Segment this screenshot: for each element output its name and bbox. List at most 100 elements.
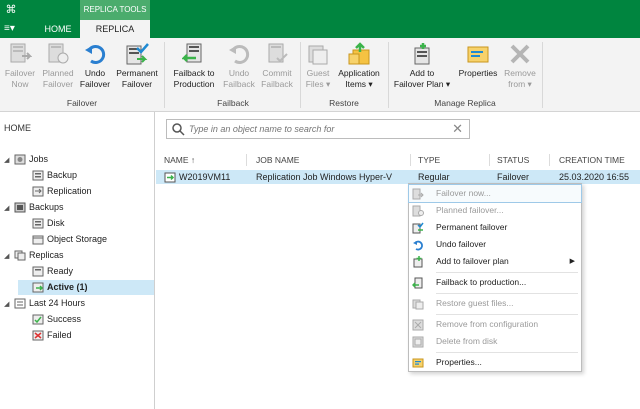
search-icon	[172, 123, 185, 136]
tree-item-label: Success	[47, 314, 82, 324]
clear-search-icon[interactable]: ✕	[452, 121, 463, 137]
column-header-job-name[interactable]: JOB NAME	[256, 152, 299, 168]
guest-files-icon	[412, 299, 424, 310]
context-menu: Failover now... Planned failover... Perm…	[408, 183, 582, 372]
object-storage-icon	[32, 235, 44, 245]
ribbon: Failover Now Planned Failover Undo Failo…	[0, 38, 640, 112]
tree-item-label: Object Storage	[47, 234, 108, 244]
tree-item-label: Ready	[47, 266, 74, 276]
column-divider[interactable]	[489, 154, 490, 166]
menu-item-label: Permanent failover	[436, 222, 508, 232]
remove-x-icon	[510, 44, 530, 64]
menu-item-planned-failover[interactable]: Planned failover...	[409, 202, 581, 219]
tree-item-replication[interactable]: Replication	[32, 184, 92, 199]
menu-separator	[436, 293, 578, 294]
menu-item-delete-from-disk[interactable]: Delete from disk	[409, 333, 581, 350]
cell-name: W2019VM11	[179, 172, 231, 182]
failback-icon	[182, 43, 202, 63]
column-header-status[interactable]: STATUS	[497, 152, 529, 168]
column-header-creation-time[interactable]: CREATION TIME	[559, 152, 625, 168]
column-divider[interactable]	[246, 154, 247, 166]
context-tab-replica-tools: REPLICA TOOLS	[80, 0, 150, 20]
tree-item-success[interactable]: Success	[32, 312, 81, 327]
menu-separator	[436, 314, 578, 315]
menu-item-label: Remove from configuration	[436, 319, 539, 329]
menu-item-permanent-failover[interactable]: Permanent failover	[409, 219, 581, 236]
failover-now-button[interactable]: Failover Now	[2, 42, 38, 94]
permanent-failover-label: Permanent Failover	[116, 68, 158, 89]
collapse-arrow-icon[interactable]: ◢	[4, 153, 14, 168]
undo-failback-button[interactable]: Undo Failback	[220, 42, 258, 94]
tree-item-active[interactable]: Active (1)	[18, 280, 154, 295]
active-replica-icon	[32, 282, 44, 293]
permanent-failover-button[interactable]: Permanent Failover	[112, 42, 162, 94]
group-label-failback: Failback	[217, 98, 249, 108]
replication-job-icon	[32, 186, 44, 197]
collapse-arrow-icon[interactable]: ◢	[4, 249, 14, 264]
failback-to-production-label: Failback to Production	[173, 68, 215, 89]
ribbon-separator	[542, 42, 543, 108]
tree-item-backup[interactable]: Backup	[32, 168, 77, 183]
guest-files-label: Guest Files ▾	[305, 68, 331, 89]
remove-from-label: Remove from ▾	[504, 68, 536, 89]
add-to-failover-plan-button[interactable]: Add to Failover Plan ▾	[390, 42, 454, 94]
properties-icon	[467, 46, 489, 63]
planned-failover-label: Planned Failover	[42, 68, 74, 89]
application-items-icon	[348, 42, 370, 65]
failback-to-production-button[interactable]: Failback to Production	[168, 42, 220, 94]
tree-item-disk[interactable]: Disk	[32, 216, 65, 231]
guest-files-button[interactable]: Guest Files ▾	[302, 42, 334, 94]
backup-job-icon	[32, 170, 44, 181]
menu-item-label: Properties...	[436, 357, 482, 367]
table-row[interactable]: W2019VM11 Replication Job Windows Hyper-…	[156, 170, 640, 184]
tree-item-backups[interactable]: ◢ Backups	[4, 200, 64, 215]
submenu-arrow-icon: ▶	[569, 258, 575, 265]
tree-item-jobs[interactable]: ◢ Jobs	[4, 152, 48, 167]
column-divider[interactable]	[410, 154, 411, 166]
column-header-name[interactable]: NAME ↑	[164, 152, 195, 168]
title-bar: ⌘ REPLICA TOOLS	[0, 0, 640, 20]
menu-item-failback-to-production[interactable]: Failback to production...	[409, 274, 581, 291]
delete-from-disk-icon	[412, 336, 424, 348]
search-box[interactable]: ✕	[166, 119, 470, 139]
history-icon	[14, 298, 26, 309]
menu-item-undo-failover[interactable]: Undo failover	[409, 236, 581, 253]
collapse-arrow-icon[interactable]: ◢	[4, 201, 14, 216]
undo-failover-button[interactable]: Undo Failover	[78, 42, 112, 94]
tree-item-ready[interactable]: Ready	[32, 264, 73, 279]
add-to-failover-plan-label: Add to Failover Plan ▾	[393, 68, 451, 89]
tab-replica[interactable]: REPLICA	[80, 20, 150, 38]
properties-button[interactable]: Properties	[456, 42, 500, 94]
guest-files-icon	[308, 45, 328, 65]
collapse-arrow-icon[interactable]: ◢	[4, 297, 14, 312]
menu-item-add-to-failover-plan[interactable]: Add to failover plan ▶	[409, 253, 581, 270]
menu-item-failover-now[interactable]: Failover now...	[408, 184, 582, 203]
tree-item-failed[interactable]: Failed	[32, 328, 72, 343]
application-items-label: Application Items ▾	[338, 68, 380, 89]
planned-failover-button[interactable]: Planned Failover	[38, 42, 78, 94]
tree-item-object-storage[interactable]: Object Storage	[32, 232, 107, 247]
tree-item-replicas[interactable]: ◢ Replicas	[4, 248, 64, 263]
commit-failback-button[interactable]: Commit Failback	[258, 42, 296, 94]
properties-icon	[412, 358, 424, 368]
ribbon-tab-row: ≡▾ HOME REPLICA	[0, 20, 640, 38]
failover-now-icon	[412, 188, 424, 200]
column-divider[interactable]	[549, 154, 550, 166]
cell-job-name: Replication Job Windows Hyper-V	[256, 172, 393, 182]
app-logo-icon[interactable]: ⌘	[4, 3, 18, 17]
tree-item-last-24-hours[interactable]: ◢ Last 24 Hours	[4, 296, 85, 311]
tree-item-label: Active (1)	[47, 282, 88, 292]
cell-creation-time: 25.03.2020 16:55	[559, 172, 630, 182]
main-menu-button[interactable]: ≡▾	[4, 22, 26, 36]
menu-item-remove-from-configuration[interactable]: Remove from configuration	[409, 316, 581, 333]
menu-item-properties[interactable]: Properties...	[409, 354, 581, 371]
search-input[interactable]	[189, 122, 429, 136]
tab-home[interactable]: HOME	[38, 20, 78, 38]
column-header-type[interactable]: TYPE	[418, 152, 440, 168]
planned-failover-icon	[412, 205, 424, 217]
remove-from-button[interactable]: Remove from ▾	[502, 42, 538, 94]
menu-item-label: Restore guest files...	[436, 298, 514, 308]
application-items-button[interactable]: Application Items ▾	[334, 42, 384, 94]
tree-item-label: Replicas	[29, 250, 64, 260]
menu-item-restore-guest-files[interactable]: Restore guest files...	[409, 295, 581, 312]
